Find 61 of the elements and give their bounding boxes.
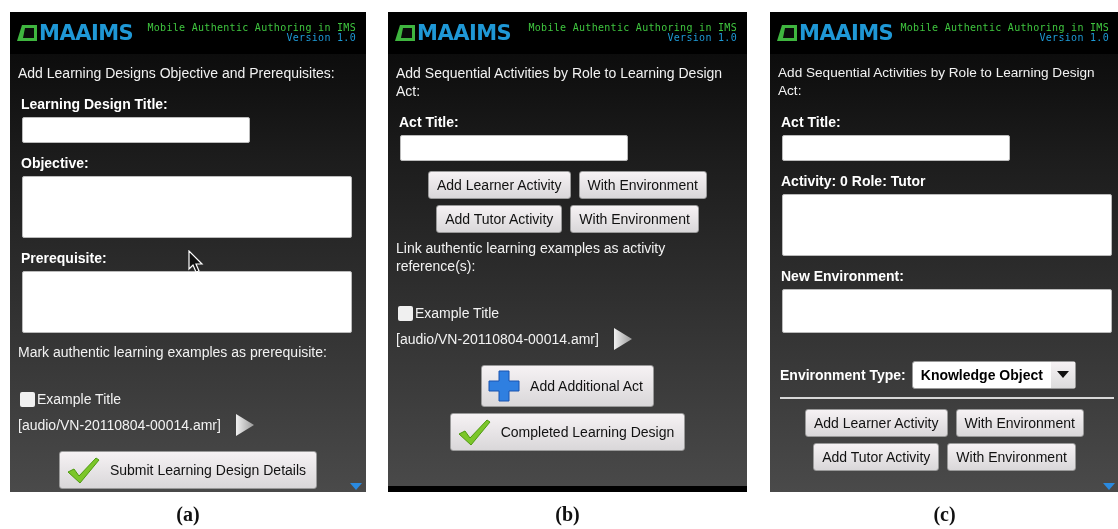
audio-file-name: [audio/VN-20110804-00014.amr] — [18, 417, 221, 433]
logo-icon — [776, 24, 798, 42]
text-field[interactable] — [782, 135, 1010, 161]
field-label: Learning Design Title: — [21, 96, 168, 113]
app-logo: MAAIMS — [417, 21, 512, 45]
activity-button[interactable]: With Environment — [955, 409, 1084, 437]
app-tagline: Mobile Authentic Authoring in IMS — [528, 23, 737, 33]
checkbox-label: Example Title — [37, 391, 122, 407]
activity-button[interactable]: Add Tutor Activity — [436, 205, 563, 233]
figure-caption: (b) — [555, 503, 580, 526]
instruction-text: Add Sequential Activities by Role to Learning Design Act: — [396, 64, 724, 100]
play-icon[interactable] — [234, 413, 255, 437]
activity-button[interactable]: With Environment — [570, 205, 699, 233]
app-version: Version 1.0 — [286, 33, 356, 43]
instruction-text: Add Learning Designs Objective and Prerequisites: — [18, 64, 336, 82]
checkbox[interactable] — [398, 305, 413, 321]
text-area[interactable] — [22, 176, 352, 238]
activity-button[interactable]: With Environment — [947, 443, 1076, 471]
text-field[interactable] — [400, 135, 628, 161]
activity-button[interactable]: With Environment — [578, 171, 707, 199]
checkmark-icon — [65, 456, 100, 484]
text-area[interactable] — [22, 271, 352, 333]
app-tagline: Mobile Authentic Authoring in IMS — [147, 23, 356, 33]
app-version: Version 1.0 — [1039, 33, 1109, 43]
text-area[interactable] — [782, 194, 1112, 256]
field-label: Objective: — [21, 155, 89, 172]
action-button[interactable]: Add Additional Act — [481, 365, 654, 407]
checkmark-icon — [456, 418, 491, 446]
action-button[interactable]: Completed Learning Design — [449, 413, 686, 451]
logo-icon — [394, 24, 416, 42]
activity-button[interactable]: Add Learner Activity — [428, 171, 571, 199]
field-label: New Environment: — [781, 268, 904, 285]
figure-caption: (c) — [933, 503, 956, 526]
field-label: Prerequisite: — [21, 250, 107, 267]
logo-icon — [16, 24, 38, 42]
app-logo: MAAIMS — [799, 21, 894, 45]
scroll-down-icon[interactable] — [350, 483, 362, 490]
activity-button[interactable]: Add Learner Activity — [805, 409, 948, 437]
figure-caption: (a) — [176, 503, 200, 526]
field-label: Activity: 0 Role: Tutor — [781, 173, 926, 190]
field-label: Act Title: — [399, 114, 459, 131]
instruction-text: Add Sequential Activities by Role to Learning Design Act: — [778, 64, 1096, 100]
dropdown[interactable]: Knowledge Object — [911, 361, 1076, 389]
audio-file-name: [audio/VN-20110804-00014.amr] — [396, 331, 599, 347]
text-area[interactable] — [782, 289, 1112, 333]
activity-button[interactable]: Add Tutor Activity — [813, 443, 940, 471]
instruction-text: Link authentic learning examples as activity reference(s): — [396, 239, 667, 275]
scroll-down-icon[interactable] — [1103, 483, 1115, 490]
plus-icon — [488, 370, 521, 402]
app-logo: MAAIMS — [39, 21, 134, 45]
action-button[interactable]: Submit Learning Design Details — [58, 451, 318, 489]
app-version: Version 1.0 — [667, 33, 737, 43]
field-label: Environment Type: — [780, 367, 906, 383]
play-icon[interactable] — [612, 327, 633, 351]
checkbox[interactable] — [20, 391, 35, 407]
app-tagline: Mobile Authentic Authoring in IMS — [900, 23, 1109, 33]
dropdown-arrow-icon — [1056, 371, 1069, 379]
checkbox-label: Example Title — [415, 305, 500, 321]
instruction-text: Mark authentic learning examples as prerequisite: — [18, 343, 328, 361]
text-field[interactable] — [22, 117, 250, 143]
field-label: Act Title: — [781, 114, 841, 131]
